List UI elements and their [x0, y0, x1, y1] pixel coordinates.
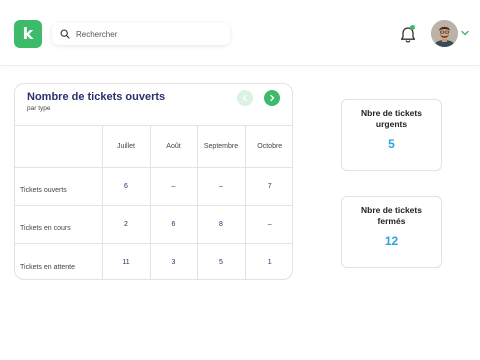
chevron-right-icon — [270, 94, 275, 102]
label-line: Nbre de tickets — [361, 108, 422, 118]
tickets-table: Juillet Août Septembre Octobre Tickets o… — [15, 125, 292, 279]
column-header: Juillet — [101, 125, 151, 168]
next-button[interactable] — [264, 90, 280, 106]
top-bar: k — [0, 0, 480, 66]
row-label: Tickets ouverts — [15, 167, 103, 206]
corner-cell — [15, 125, 103, 168]
table-row: Tickets en cours 2 6 8 – — [15, 205, 292, 244]
previous-button[interactable] — [237, 90, 253, 106]
table-cell: 5 — [196, 243, 246, 279]
chevron-down-icon[interactable] — [461, 30, 469, 36]
open-tickets-card: Nombre de tickets ouverts par type Juill… — [14, 83, 293, 280]
table-row: Tickets ouverts 6 – – 7 — [15, 167, 292, 206]
closed-tickets-value: 12 — [384, 234, 399, 248]
notification-dot — [410, 25, 415, 30]
urgent-tickets-label: Nbre de tickets urgents — [342, 108, 441, 130]
table-cell: 7 — [244, 167, 292, 206]
search-box[interactable] — [52, 23, 230, 45]
row-label: Tickets en attente — [15, 243, 103, 279]
row-label: Tickets en cours — [15, 205, 103, 244]
app-logo[interactable]: k — [14, 20, 42, 48]
card-title: Nombre de tickets ouverts — [27, 91, 166, 103]
user-avatar[interactable] — [431, 20, 458, 47]
table-cell: – — [196, 167, 246, 206]
column-header: Septembre — [196, 125, 246, 168]
table-cell: – — [244, 205, 292, 244]
logo-letter: k — [22, 23, 34, 43]
table-cell: – — [149, 167, 198, 206]
table-header-row: Juillet Août Septembre Octobre — [15, 125, 292, 168]
column-header: Août — [149, 125, 198, 168]
chevron-left-icon — [242, 94, 247, 102]
search-input[interactable] — [76, 29, 226, 39]
table-cell: 6 — [101, 167, 151, 206]
bell-icon[interactable] — [398, 25, 418, 45]
closed-tickets-label: Nbre de tickets fermés — [342, 205, 441, 227]
search-icon — [60, 29, 70, 39]
table-cell: 11 — [101, 243, 151, 279]
table-row: Tickets en attente 11 3 5 1 — [15, 243, 292, 279]
column-header: Octobre — [244, 125, 292, 168]
table-cell: 8 — [196, 205, 246, 244]
urgent-tickets-card: Nbre de tickets urgents 5 — [341, 99, 442, 171]
table-cell: 3 — [149, 243, 198, 279]
label-line: fermés — [377, 216, 406, 226]
closed-tickets-card: Nbre de tickets fermés 12 — [341, 196, 442, 268]
urgent-tickets-value: 5 — [388, 137, 395, 151]
label-line: urgents — [375, 119, 408, 129]
table-cell: 1 — [244, 243, 292, 279]
label-line: Nbre de tickets — [361, 205, 422, 215]
table-cell: 2 — [101, 205, 151, 244]
table-cell: 6 — [149, 205, 198, 244]
card-subtitle: par type — [27, 105, 51, 112]
